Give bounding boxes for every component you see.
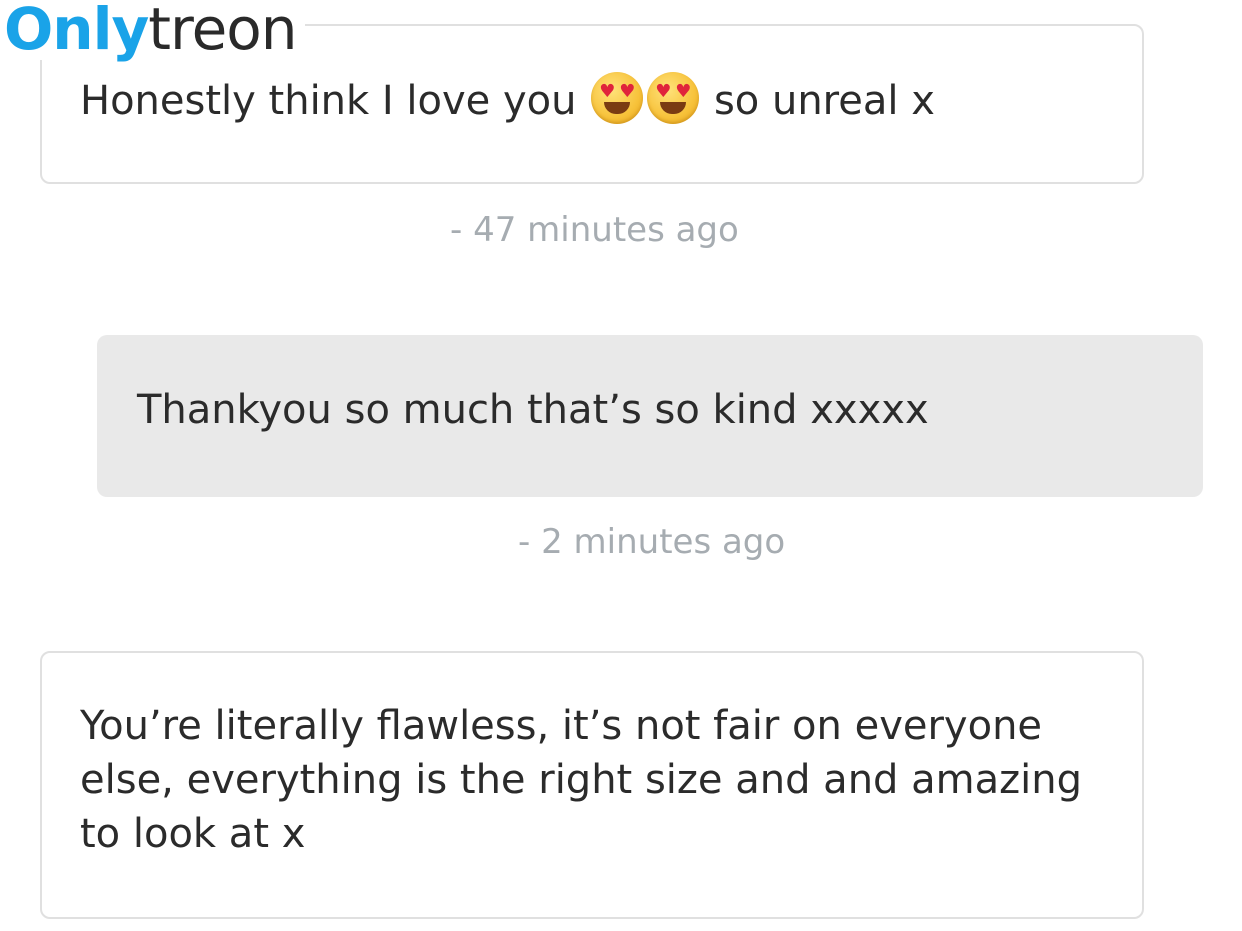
heart-eyes-emoji-icon: ♥ ♥ <box>647 72 700 124</box>
message-timestamp: - 2 minutes ago <box>518 522 785 562</box>
message-timestamp: - 47 minutes ago <box>450 210 739 250</box>
timestamp-text: 2 minutes ago <box>541 522 786 562</box>
message-text: Honestly think I love you ♥ ♥ ♥ ♥ so unreal… <box>80 72 935 128</box>
watermark-part-2: treon <box>148 0 297 63</box>
message-bubble-incoming-3[interactable]: You’re literally flawless, it’s not fair… <box>40 651 1144 919</box>
watermark-logo: Onlytreon <box>4 0 305 60</box>
heart-eyes-emoji-icon: ♥ ♥ <box>591 72 644 124</box>
watermark-part-1: Only <box>4 0 149 63</box>
message-text: You’re literally flawless, it’s not fair… <box>80 703 1082 857</box>
timestamp-dash: - <box>518 522 531 562</box>
timestamp-dash: - <box>450 210 463 250</box>
message-text: Thankyou so much that’s so kind xxxxx <box>137 387 929 433</box>
message-text-after-emoji: so unreal x <box>713 78 935 124</box>
message-text-before-emoji: Honestly think I love you <box>80 78 577 124</box>
message-bubble-outgoing-2[interactable]: Thankyou so much that’s so kind xxxxx <box>97 335 1203 497</box>
timestamp-text: 47 minutes ago <box>473 210 739 250</box>
